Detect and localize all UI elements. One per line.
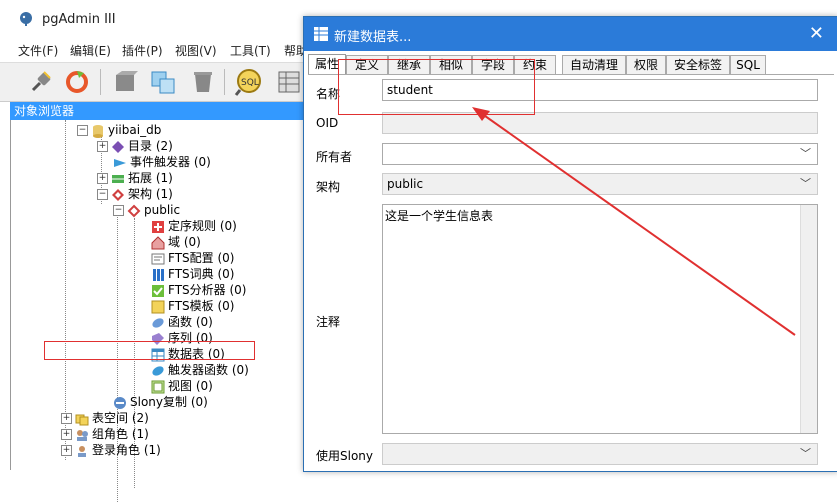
expand-icon[interactable]: + [97, 173, 108, 184]
grid-view-button[interactable] [274, 67, 304, 97]
main-title: pgAdmin III [42, 12, 116, 27]
menu-file[interactable]: 文件(F) [18, 42, 58, 59]
database-icon [93, 124, 103, 138]
collapse-icon[interactable]: − [113, 205, 124, 216]
name-highlight-box [338, 59, 535, 115]
tablespace-icon [75, 414, 89, 425]
expand-icon[interactable]: + [61, 413, 72, 424]
tree-item-collations[interactable]: 定序规则 (0) [151, 218, 237, 234]
refresh-button[interactable] [62, 67, 92, 97]
comment-text: 这是一个学生信息表 [385, 209, 494, 223]
tree-item-slony[interactable]: Slony复制 (0) [113, 394, 208, 410]
fts-config-icon [151, 253, 165, 264]
properties-button[interactable] [110, 67, 140, 97]
tree-item-yiibai-db[interactable]: − yiibai_db [77, 122, 161, 138]
extension-icon [112, 174, 124, 183]
drop-object-button[interactable] [188, 67, 218, 97]
create-object-button[interactable] [148, 67, 178, 97]
menu-edit[interactable]: 编辑(E) [70, 42, 111, 59]
schema-public-icon [127, 204, 141, 217]
slony-label: 使用Slony [316, 449, 374, 463]
tree-item-fts-configs[interactable]: FTS配置 (0) [151, 250, 234, 266]
tables-highlight-box [44, 341, 255, 360]
table-icon [314, 27, 328, 41]
tab-privileges[interactable]: 权限 [626, 55, 666, 74]
view-icon [151, 380, 165, 393]
expand-icon[interactable]: + [61, 445, 72, 456]
tree-item-views[interactable]: 视图 (0) [151, 378, 213, 394]
owner-label: 所有者 [316, 150, 353, 164]
collapse-icon[interactable]: − [97, 189, 108, 200]
dialog-title-bar: 新建数据表... ✕ [304, 17, 837, 51]
tree-item-public[interactable]: − public [113, 202, 180, 218]
trash-icon [194, 72, 212, 92]
tree-item-group-roles[interactable]: + 组角色 (1) [61, 426, 149, 442]
tree-item-catalogs[interactable]: + 目录 (2) [97, 138, 173, 154]
tab-sql[interactable]: SQL [730, 55, 766, 74]
comment-textarea[interactable]: 这是一个学生信息表 [382, 204, 818, 434]
oid-field [382, 112, 818, 134]
sql-magnifier-icon: SQL [234, 69, 261, 96]
group-role-icon [77, 429, 88, 441]
fts-template-icon [151, 300, 165, 313]
domain-icon [151, 235, 165, 249]
dialog-title: 新建数据表... [334, 30, 412, 45]
comment-scrollbar[interactable] [800, 205, 817, 433]
slony-select[interactable]: ﹀ [382, 443, 818, 465]
tree-item-trigger-functions[interactable]: 触发器函数 (0) [151, 362, 249, 378]
slony-icon [114, 396, 126, 409]
chevron-down-icon[interactable]: ﹀ [800, 144, 811, 164]
login-role-icon [78, 445, 86, 457]
tree-item-fts-parsers[interactable]: FTS分析器 (0) [151, 282, 246, 298]
catalog-icon [112, 140, 124, 153]
connect-plug-button[interactable] [26, 67, 56, 97]
tree-item-tablespaces[interactable]: + 表空间 (2) [61, 410, 149, 426]
menu-plugins[interactable]: 插件(P) [122, 42, 163, 59]
expand-icon[interactable]: + [97, 141, 108, 152]
tree-item-fts-templates[interactable]: FTS模板 (0) [151, 298, 234, 314]
function-icon [152, 317, 164, 328]
tree-item-login-roles[interactable]: + 登录角色 (1) [61, 442, 161, 458]
tree-item-extensions[interactable]: + 拓展 (1) [97, 170, 173, 186]
refresh-icon [66, 71, 88, 93]
event-trigger-icon [114, 158, 126, 167]
tree-item-fts-dictionaries[interactable]: FTS词典 (0) [151, 266, 234, 282]
collapse-icon[interactable]: − [77, 125, 88, 136]
tab-autovacuum[interactable]: 自动清理 [562, 55, 626, 74]
cube-icon [116, 71, 138, 91]
object-browser-header: 对象浏览器 [10, 102, 310, 120]
owner-select[interactable]: ﹀ [382, 143, 818, 165]
close-icon[interactable]: ✕ [809, 23, 824, 44]
name-label: 名称 [316, 87, 341, 101]
tree-item-functions[interactable]: 函数 (0) [151, 314, 213, 330]
svg-text:SQL: SQL [241, 78, 259, 88]
new-object-icon [151, 71, 175, 94]
elephant-icon [20, 12, 32, 26]
schema-select[interactable]: public ﹀ [382, 173, 818, 195]
oid-label: OID [316, 116, 339, 130]
schema-icon [112, 188, 124, 201]
chevron-down-icon[interactable]: ﹀ [800, 444, 811, 464]
sql-query-button[interactable]: SQL [234, 67, 264, 97]
schema-label: 架构 [316, 180, 341, 194]
new-table-dialog: 新建数据表... ✕ 属性 定义 继承 相似 字段 约束 自动清理 权限 安全标… [303, 16, 837, 472]
comment-label: 注释 [316, 315, 341, 329]
grid-icon [278, 71, 300, 93]
collation-icon [152, 220, 164, 233]
tree-item-event-triggers[interactable]: 事件触发器 (0) [109, 154, 211, 170]
chevron-down-icon[interactable]: ﹀ [800, 174, 811, 194]
tree-item-domains[interactable]: 域 (0) [151, 234, 201, 250]
plug-icon [31, 71, 51, 92]
menu-view[interactable]: 视图(V) [175, 42, 217, 59]
tree-item-schemas[interactable]: − 架构 (1) [97, 186, 173, 202]
tab-security-labels[interactable]: 安全标签 [666, 55, 730, 74]
object-tree: − yiibai_db + 目录 (2) 事件触发器 (0) + 拓展 (1) − 架构… [10, 120, 311, 502]
expand-icon[interactable]: + [61, 429, 72, 440]
menu-tools[interactable]: 工具(T) [230, 42, 271, 59]
trigger-function-icon [152, 365, 164, 376]
fts-dictionary-icon [153, 268, 164, 281]
fts-parser-icon [152, 284, 164, 297]
